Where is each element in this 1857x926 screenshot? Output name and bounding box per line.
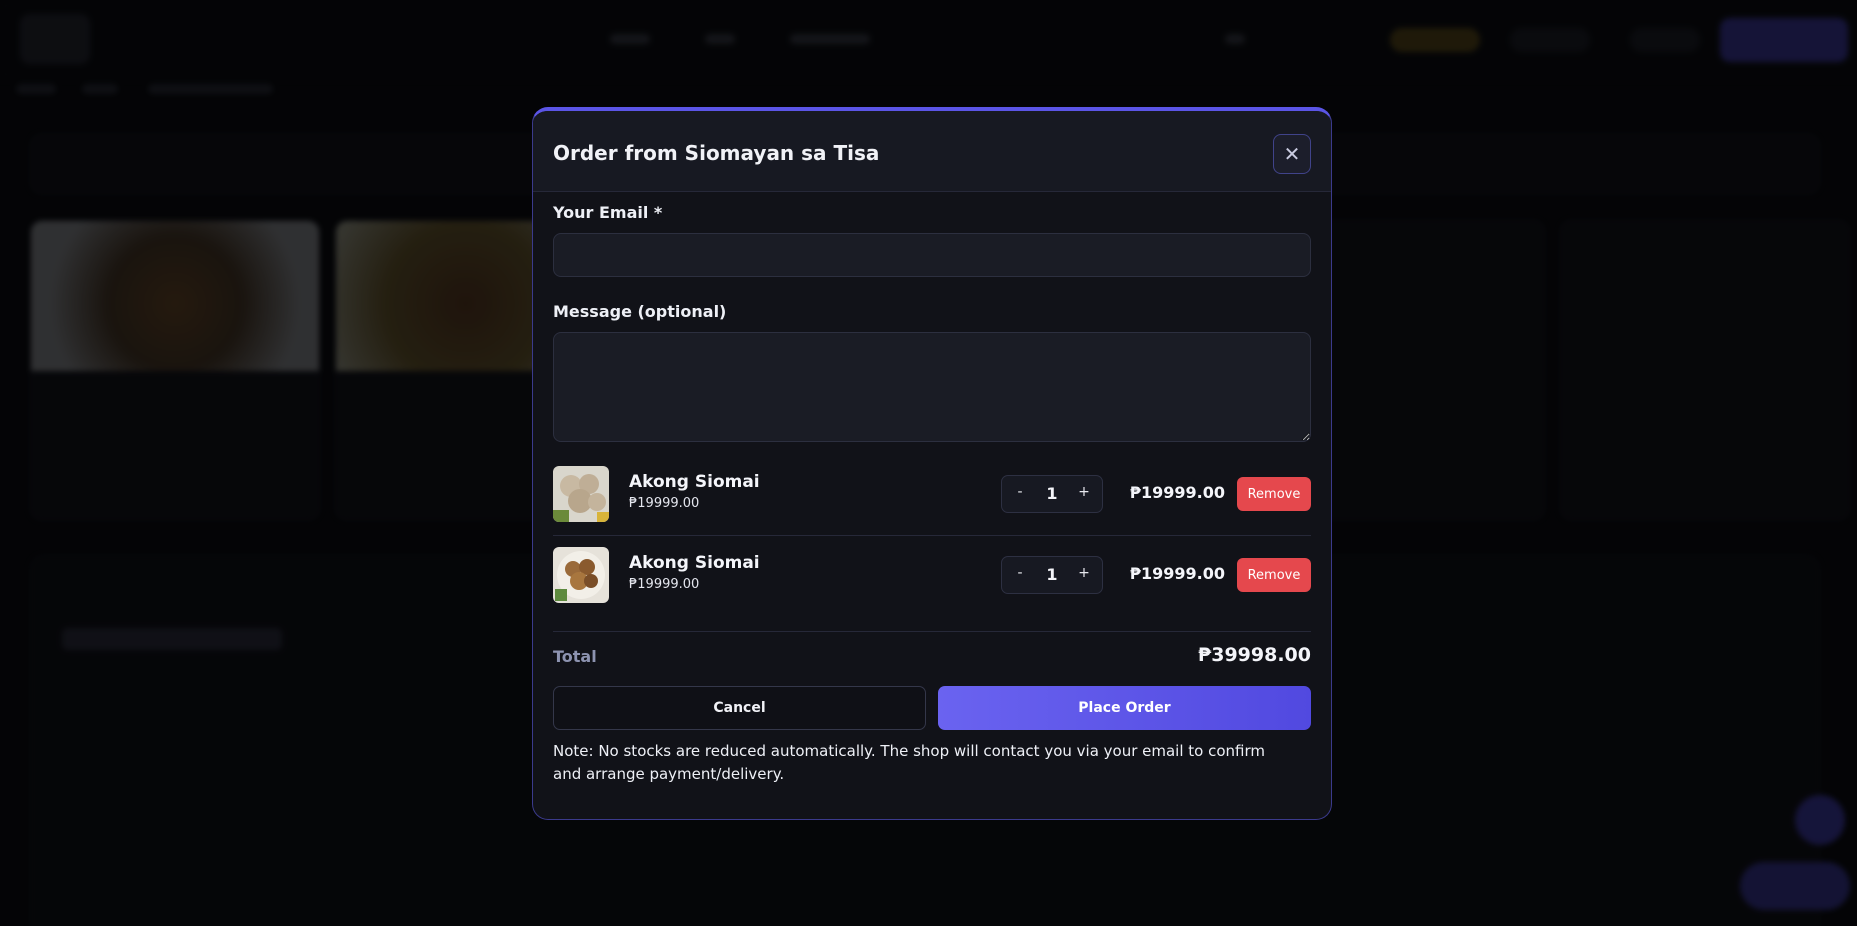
increase-quantity-button[interactable]: + — [1074, 565, 1094, 581]
item-price: ₱19999.00 — [629, 577, 700, 592]
increase-quantity-button[interactable]: + — [1074, 484, 1094, 500]
place-order-button[interactable]: Place Order — [938, 686, 1311, 730]
item-line-total: ₱19999.00 — [1129, 564, 1225, 583]
total-divider — [553, 631, 1311, 632]
email-field[interactable] — [553, 233, 1311, 277]
item-divider — [553, 535, 1311, 536]
message-label: Message (optional) — [553, 302, 727, 321]
remove-item-button[interactable]: Remove — [1237, 558, 1311, 592]
cancel-button[interactable]: Cancel — [553, 686, 926, 730]
item-thumbnail — [553, 547, 609, 603]
cart-item: Akong Siomai ₱19999.00 - 1 + ₱19999.00 R… — [553, 547, 1311, 603]
email-label: Your Email * — [553, 203, 663, 222]
quantity-stepper: - 1 + — [1001, 475, 1103, 513]
item-name: Akong Siomai — [629, 472, 760, 492]
item-thumbnail — [553, 466, 609, 522]
total-label: Total — [553, 647, 597, 666]
total-value: ₱39998.00 — [1198, 644, 1311, 666]
close-icon: ✕ — [1283, 142, 1301, 166]
order-modal: Order from Siomayan sa Tisa ✕ Your Email… — [532, 107, 1332, 820]
quantity-stepper: - 1 + — [1001, 556, 1103, 594]
order-note: Note: No stocks are reduced automaticall… — [553, 742, 1266, 783]
modal-header: Order from Siomayan sa Tisa ✕ — [533, 111, 1331, 192]
cart-item: Akong Siomai ₱19999.00 - 1 + ₱19999.00 R… — [553, 466, 1311, 522]
message-field[interactable] — [553, 332, 1311, 442]
modal-title: Order from Siomayan sa Tisa — [553, 141, 880, 165]
item-name: Akong Siomai — [629, 553, 760, 573]
item-line-total: ₱19999.00 — [1129, 483, 1225, 502]
item-price: ₱19999.00 — [629, 496, 700, 511]
close-button[interactable]: ✕ — [1273, 134, 1311, 174]
remove-item-button[interactable]: Remove — [1237, 477, 1311, 511]
